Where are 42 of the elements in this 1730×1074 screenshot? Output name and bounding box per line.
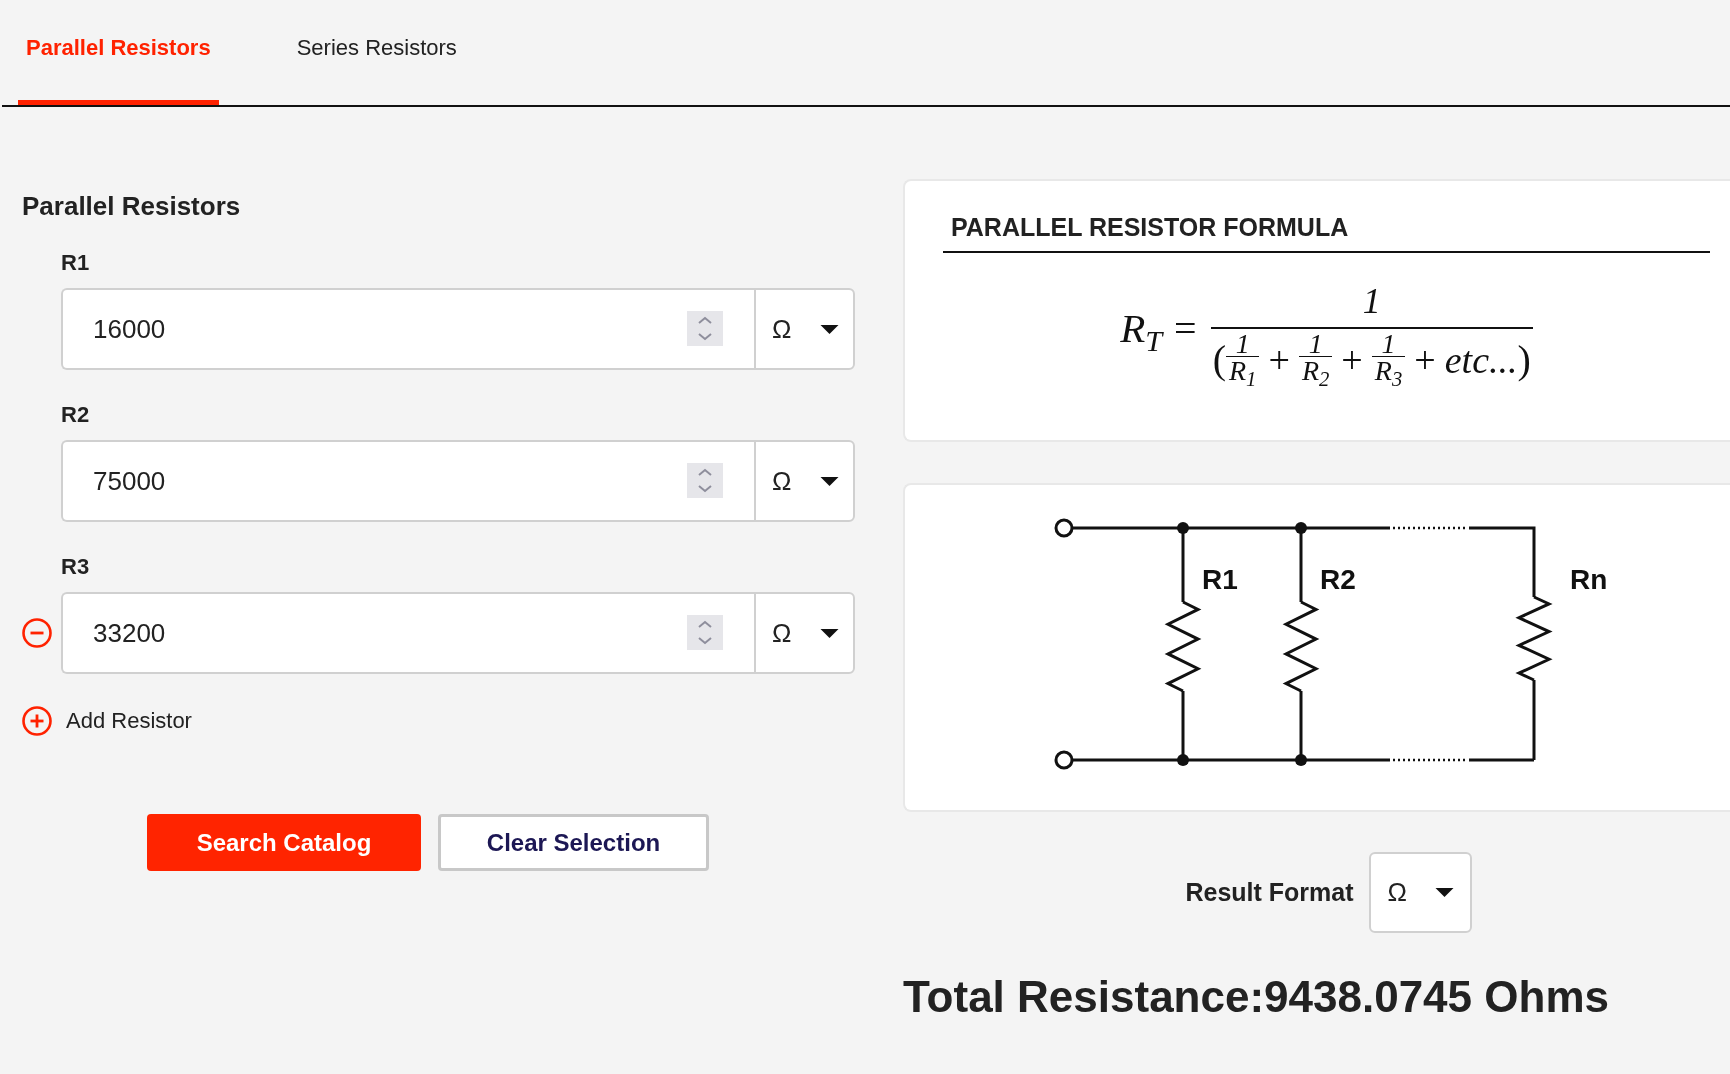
tab[interactable]: Series Resistors [288,0,465,105]
number-input[interactable]: 75000 [61,440,754,522]
unit-select[interactable]: Ω [1368,852,1472,933]
math-operator: + [1268,338,1290,383]
unit-select[interactable]: Ω [754,440,855,522]
parenthesis: ) [1517,337,1531,383]
caret-icon [820,628,839,638]
minus-circle-icon[interactable] [22,618,52,648]
field-label: R1 [61,250,91,276]
math-variable: R$_{T}$ [1120,304,1163,361]
unit-select[interactable]: Ω [754,592,855,674]
fraction-numerator: 1 [1361,281,1382,323]
field-label: R2 [61,402,91,428]
math-operator: + [1414,338,1436,383]
fraction: 1 R$_{2}$ [1298,331,1333,389]
fraction: 1 R$_{1}$ [1226,331,1260,389]
search-catalog-button[interactable]: Search Catalog [147,814,421,871]
fraction: 1 R$_{3}$ [1371,331,1406,389]
spinner-icon[interactable] [687,463,723,498]
caret-icon [820,476,839,486]
result-format-label: Result Format [1185,878,1354,907]
field-label: R3 [61,554,91,580]
caret-icon [820,324,839,334]
total-resistance: Total Resistance:9438.0745 Ohms [903,971,1610,1023]
resistor-label: R2 [1320,564,1356,595]
math-term: etc... [1444,338,1518,383]
section-title: Parallel Resistors [22,191,242,221]
plus-circle-icon [22,706,52,736]
spinner-icon[interactable] [687,615,723,650]
math-operator: + [1341,338,1363,383]
math-operator: = [1174,304,1197,353]
resistor-label: Rn [1570,564,1608,595]
number-input[interactable]: 33200 [61,592,754,674]
caret-icon [1434,888,1454,897]
add-resistor-button[interactable]: Add Resistor [22,706,192,736]
card-title: PARALLEL RESISTOR FORMULA [943,212,1710,253]
unit-select[interactable]: Ω [754,288,855,370]
number-input[interactable]: 16000 [61,288,754,370]
parenthesis: ( [1212,337,1226,383]
spinner-icon[interactable] [687,311,723,346]
resistor-label: R1 [1202,564,1238,595]
clear-selection-button[interactable]: Clear Selection [438,814,709,871]
